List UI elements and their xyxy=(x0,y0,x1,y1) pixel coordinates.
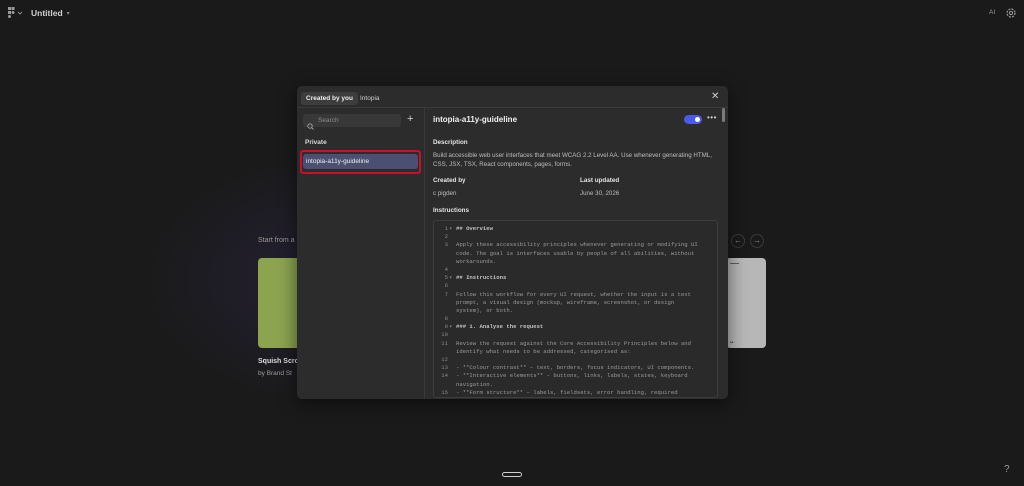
line-number: 13 xyxy=(441,364,448,372)
app-logo-icon[interactable] xyxy=(8,7,24,19)
code-line: 12 xyxy=(434,356,717,364)
fold-chevron-icon[interactable]: ▾ xyxy=(449,323,452,331)
arrow-right-icon[interactable]: → xyxy=(750,234,764,248)
guideline-list-pane: + Private intopia-a11y-guideline xyxy=(297,108,425,399)
more-options-icon[interactable]: ••• xyxy=(707,113,717,122)
template-card-thumbnail-2[interactable]: ▬▬▬ •• xyxy=(726,258,766,348)
file-title-menu[interactable]: Untitled ▾ xyxy=(31,8,70,18)
card-dots: •• xyxy=(730,340,734,346)
help-icon[interactable]: ? xyxy=(1004,464,1010,475)
file-title: Untitled xyxy=(31,8,63,18)
line-number: 3 xyxy=(444,241,448,249)
code-text: code. The goal is interfaces usable by p… xyxy=(456,249,695,257)
top-bar: Untitled ▾ AI xyxy=(0,0,1024,26)
line-number: 7 xyxy=(444,290,448,298)
code-line: 11 Review the request against the Core Ac… xyxy=(434,340,717,348)
code-line: 15 - **Form structure** – labels, fieldse… xyxy=(434,389,717,397)
gear-icon[interactable] xyxy=(1005,6,1017,18)
close-icon[interactable]: ✕ xyxy=(711,91,719,102)
page-indicator[interactable] xyxy=(502,472,522,477)
line-number: 2 xyxy=(444,233,448,241)
code-line: fields. xyxy=(434,397,717,398)
code-line: 4 xyxy=(434,266,717,274)
section-label-private: Private xyxy=(305,139,327,146)
card-preview-lines: ▬▬▬ xyxy=(730,261,739,265)
enable-toggle[interactable] xyxy=(684,115,702,124)
tab-intopia[interactable]: Intopia xyxy=(355,92,385,105)
code-text: identify what needs to be addressed, cat… xyxy=(456,347,631,355)
start-from-heading: Start from a xyxy=(258,237,295,244)
code-line: 14 - **Interactive elements** – buttons, … xyxy=(434,372,717,380)
guideline-detail-pane: intopia-a11y-guideline ••• Description B… xyxy=(425,108,728,399)
search-input[interactable] xyxy=(318,117,398,124)
last-updated-label: Last updated xyxy=(580,177,620,184)
line-number: 6 xyxy=(444,282,448,290)
search-box[interactable] xyxy=(303,114,401,130)
fold-chevron-icon[interactable]: ▾ xyxy=(449,225,452,233)
code-text: ## Overview xyxy=(456,225,493,232)
code-text: - **Form structure** – labels, fieldsets… xyxy=(456,388,678,396)
arrow-left-icon[interactable]: ← xyxy=(731,234,745,248)
line-number: 14 xyxy=(441,372,448,380)
guideline-title: intopia-a11y-guideline xyxy=(433,115,518,124)
guidelines-modal: Created by you Intopia ✕ + Private intop… xyxy=(297,86,728,399)
code-text: navigation. xyxy=(456,380,493,388)
line-number: 10 xyxy=(441,331,448,339)
code-text: system), or both. xyxy=(456,306,514,314)
created-by-label: Created by xyxy=(433,177,466,184)
code-text: prompt, a visual design (mockup, wirefra… xyxy=(456,298,675,306)
line-number: 5 xyxy=(444,274,448,282)
code-text: ### 1. Analyse the request xyxy=(456,323,544,331)
code-line: 2 xyxy=(434,233,717,241)
code-text: Apply these accessibility principles whe… xyxy=(456,241,698,249)
code-line: workarounds. xyxy=(434,258,717,266)
code-line: 9 ▾ ### 1. Analyse the request xyxy=(434,323,717,331)
line-number: 4 xyxy=(444,265,448,273)
code-line: 3 Apply these accessibility principles wh… xyxy=(434,241,717,249)
add-guideline-button[interactable]: + xyxy=(407,113,413,125)
line-number: 8 xyxy=(444,315,448,323)
code-text: - **Interactive elements** – buttons, li… xyxy=(456,372,688,380)
list-item-selected[interactable]: intopia-a11y-guideline xyxy=(303,154,418,169)
code-line: 8 xyxy=(434,315,717,323)
description-label: Description xyxy=(433,139,468,146)
code-line: identify what needs to be addressed, cat… xyxy=(434,348,717,356)
code-line: 5 ▾ ## Instructions xyxy=(434,274,717,282)
line-number: 15 xyxy=(441,388,448,396)
line-number: 9 xyxy=(444,323,448,331)
line-number: 12 xyxy=(441,356,448,363)
modal-tabs: Created by you Intopia ✕ xyxy=(297,86,728,108)
line-number: 11 xyxy=(441,339,448,347)
code-text: workarounds. xyxy=(456,257,497,265)
created-by-value: c pigden xyxy=(433,190,457,197)
line-number: 1 xyxy=(444,225,448,232)
code-text: Follow this workflow for every UI reques… xyxy=(456,290,691,298)
search-icon xyxy=(307,117,314,130)
code-text: - **Colour contrast** – text, borders, f… xyxy=(456,364,695,372)
code-line: 10 xyxy=(434,331,717,339)
instructions-label: Instructions xyxy=(433,207,470,214)
code-line: navigation. xyxy=(434,381,717,389)
code-line: 13 - **Colour contrast** – text, borders,… xyxy=(434,364,717,372)
code-line: system), or both. xyxy=(434,307,717,315)
code-text: ## Instructions xyxy=(456,274,507,282)
code-line: 1 ▾ ## Overview xyxy=(434,225,717,233)
template-card-title: Squish Scro xyxy=(258,358,299,365)
code-line: prompt, a visual design (mockup, wirefra… xyxy=(434,299,717,307)
instructions-editor[interactable]: 1 ▾ ## Overview 2 3 Apply these accessibility… xyxy=(433,220,718,398)
code-line: 6 xyxy=(434,282,717,290)
fold-chevron-icon[interactable]: ▾ xyxy=(449,274,452,282)
scrollbar[interactable] xyxy=(722,108,725,122)
chevron-down-icon: ▾ xyxy=(66,10,70,17)
code-text: Review the request against the Core Acce… xyxy=(456,339,691,347)
description-text: Build accessible web user interfaces tha… xyxy=(433,152,712,168)
code-line: 7 Follow this workflow for every UI reque… xyxy=(434,291,717,299)
last-updated-value: June 30, 2026 xyxy=(580,190,620,197)
code-text: fields. xyxy=(456,397,480,398)
ai-button[interactable]: AI xyxy=(989,9,995,16)
template-card-author: by Brand St xyxy=(258,370,292,377)
code-line: code. The goal is interfaces usable by p… xyxy=(434,250,717,258)
tab-created-by-you[interactable]: Created by you xyxy=(301,92,358,105)
